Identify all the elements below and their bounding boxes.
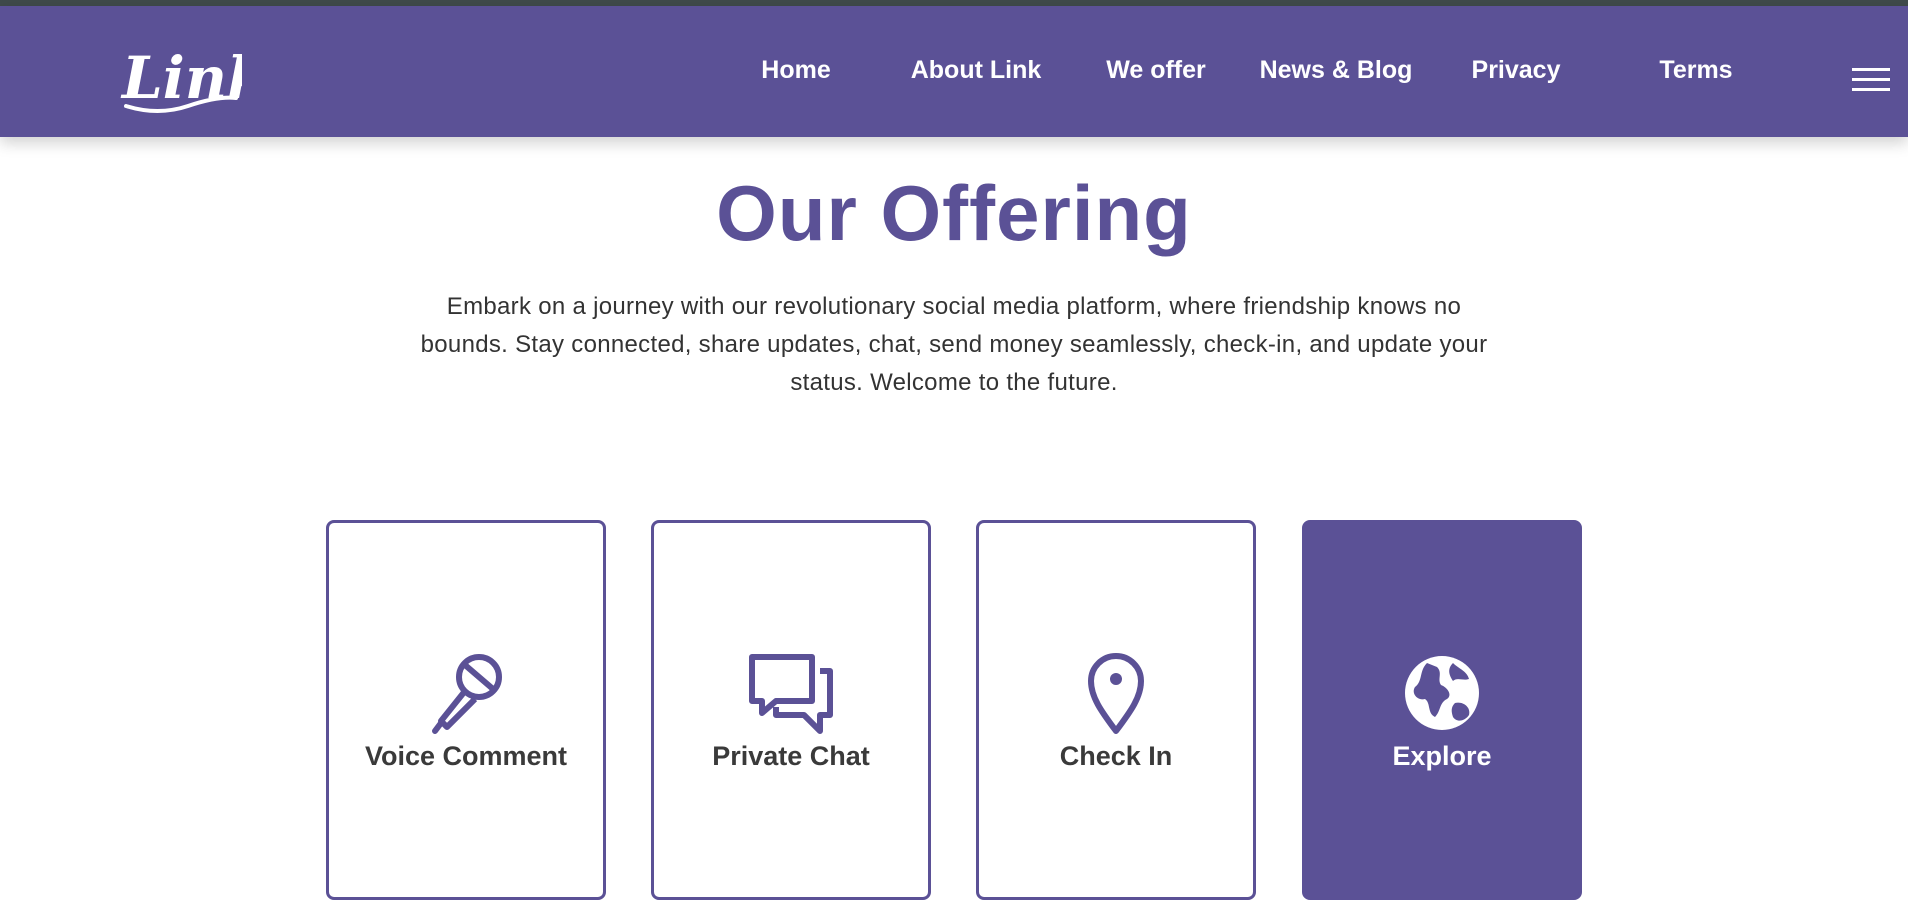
microphone-icon [421, 651, 511, 735]
globe-icon [1397, 651, 1487, 735]
nav-item-home[interactable]: Home [761, 56, 830, 85]
offering-card-private-chat[interactable]: Private Chat [651, 520, 931, 900]
offering-label: Voice Comment [364, 741, 568, 771]
nav-item-privacy[interactable]: Privacy [1472, 56, 1561, 85]
offering-label: Private Chat [712, 741, 870, 771]
nav-item-news-blog[interactable]: News & Blog [1260, 56, 1413, 85]
nav-item-terms[interactable]: Terms [1659, 56, 1732, 85]
svg-text:Link: Link [120, 44, 242, 112]
map-pin-icon [1071, 651, 1161, 735]
logo[interactable]: Link [118, 32, 242, 118]
chat-bubbles-icon [746, 651, 836, 735]
hamburger-icon[interactable] [1852, 68, 1890, 92]
section-title: Our Offering [716, 169, 1192, 257]
nav-item-about[interactable]: About Link [911, 56, 1042, 85]
offering-card-check-in[interactable]: Check In [976, 520, 1256, 900]
nav-item-we-offer[interactable]: We offer [1106, 56, 1206, 85]
offering-card-voice-comment[interactable]: Voice Comment [326, 520, 606, 900]
navbar: Link Home About Link We offer News & Blo… [0, 6, 1908, 137]
offering-label: Explore [1392, 741, 1492, 771]
offering-card-explore[interactable]: Explore [1302, 520, 1582, 900]
offering-label: Check In [1059, 741, 1173, 771]
section-intro: Embark on a journey with our revolutiona… [420, 293, 1488, 396]
